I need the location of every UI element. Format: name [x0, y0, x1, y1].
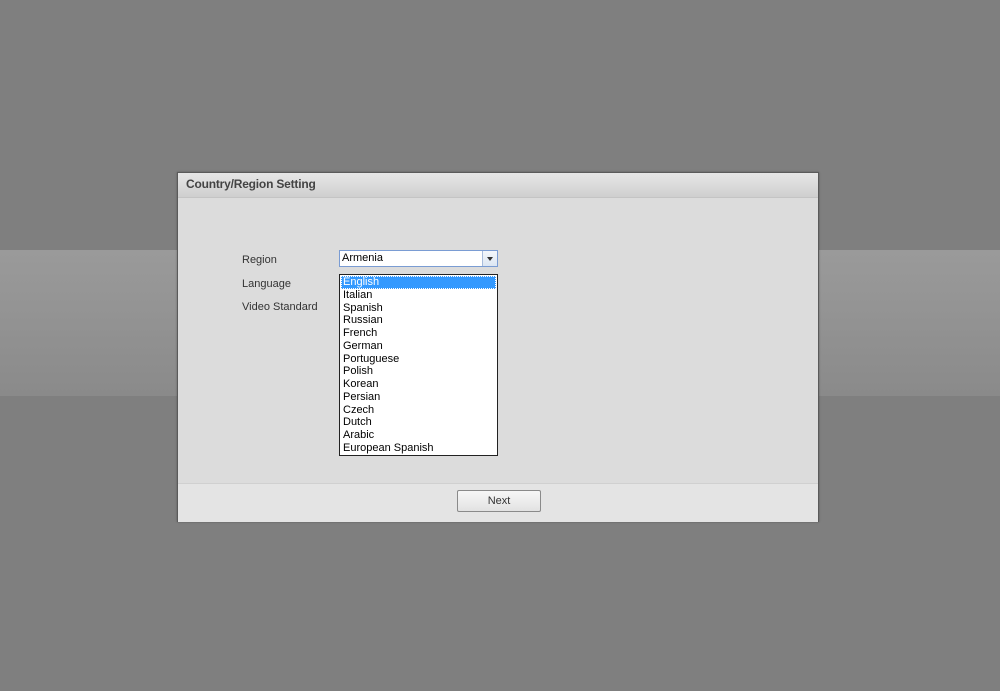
region-select-value: Armenia [342, 252, 383, 264]
dropdown-option-persian[interactable]: Persian [341, 391, 496, 404]
country-region-dialog: Country/Region Setting Region Language V… [177, 172, 819, 522]
dropdown-option-portuguese[interactable]: Portuguese [341, 353, 496, 366]
dropdown-option-korean[interactable]: Korean [341, 378, 496, 391]
dropdown-option-italian[interactable]: Italian [341, 289, 496, 302]
dialog-header: Country/Region Setting [178, 173, 818, 198]
dropdown-option-dutch[interactable]: Dutch [341, 416, 496, 429]
language-dropdown-list[interactable]: English Italian Spanish Russian French German… [339, 274, 498, 456]
dropdown-option-russian[interactable]: Russian [341, 314, 496, 327]
dropdown-option-czech[interactable]: Czech [341, 404, 496, 417]
dropdown-option-spanish[interactable]: Spanish [341, 302, 496, 315]
dropdown-option-english[interactable]: English [341, 276, 496, 289]
next-button[interactable]: Next [457, 490, 541, 512]
region-select[interactable]: Armenia [339, 250, 498, 267]
dropdown-option-polish[interactable]: Polish [341, 365, 496, 378]
dialog-title: Country/Region Setting [186, 177, 316, 191]
chevron-down-icon[interactable] [482, 251, 497, 266]
dialog-footer: Next [178, 483, 818, 522]
dropdown-option-german[interactable]: German [341, 340, 496, 353]
language-label: Language [242, 278, 291, 290]
dropdown-option-french[interactable]: French [341, 327, 496, 340]
video-standard-label: Video Standard [242, 301, 318, 313]
region-label: Region [242, 254, 277, 266]
dropdown-option-european-spanish[interactable]: European Spanish [341, 442, 496, 455]
dropdown-option-arabic[interactable]: Arabic [341, 429, 496, 442]
